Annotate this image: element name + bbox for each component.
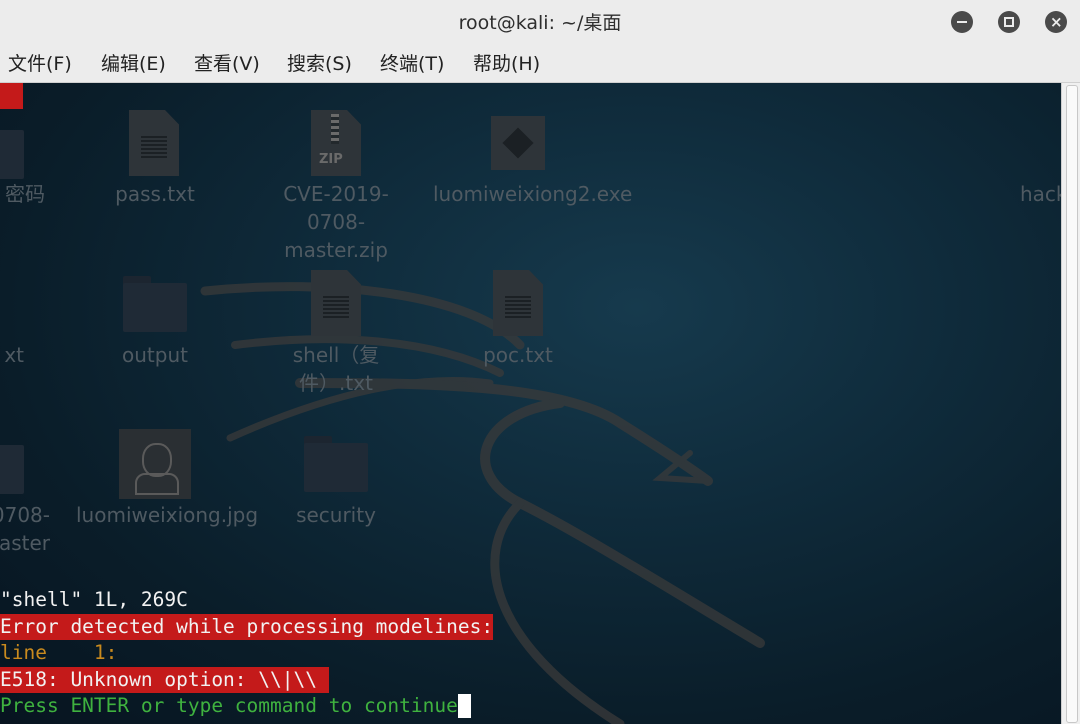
title-bar[interactable]: root@kali: ~/桌面 ×	[0, 0, 1080, 46]
maximize-button[interactable]	[998, 11, 1020, 33]
exe-file-icon[interactable]	[491, 116, 545, 170]
zip-file-icon[interactable]: ZIP	[311, 110, 361, 176]
terminal-window: root@kali: ~/桌面 × 文件(F) 编辑(E) 查看(V) 搜索(S…	[0, 0, 1080, 724]
folder-icon[interactable]	[123, 276, 187, 332]
close-icon: ×	[1050, 13, 1063, 31]
menu-view[interactable]: 查看(V)	[194, 52, 260, 76]
close-button[interactable]: ×	[1045, 11, 1067, 33]
desktop-icon-folder[interactable]	[0, 123, 24, 179]
terminal-area[interactable]: 密码 pass.txt ZIP CVE-2019-0708-master.zip…	[0, 83, 1061, 724]
desktop-icon-label: 密码	[5, 182, 45, 206]
desktop-icon-label: output	[122, 343, 188, 367]
file-info-line: "shell" 1L, 269C	[0, 588, 188, 611]
prompt-text: Press ENTER or type command to continue	[0, 694, 458, 717]
desktop-icon-label: -0708-master	[0, 503, 50, 555]
desktop-icon-label: shell（复件）.txt	[292, 343, 380, 395]
text-file-icon[interactable]	[311, 270, 361, 336]
menu-file[interactable]: 文件(F)	[8, 52, 72, 76]
menu-help[interactable]: 帮助(H)	[473, 52, 540, 76]
image-file-icon[interactable]	[119, 429, 191, 499]
text-file-icon[interactable]	[129, 110, 179, 176]
folder-icon[interactable]	[304, 436, 368, 492]
desktop-icon-label: security	[296, 503, 376, 527]
menu-search[interactable]: 搜索(S)	[287, 52, 352, 76]
line-number-text: line 1:	[0, 641, 118, 664]
window-title: root@kali: ~/桌面	[458, 12, 622, 34]
desktop-icon-label: hack	[1020, 182, 1061, 206]
scrollbar-thumb[interactable]	[1066, 85, 1078, 723]
menu-bar: 文件(F) 编辑(E) 查看(V) 搜索(S) 终端(T) 帮助(H)	[0, 46, 1080, 83]
minimize-button[interactable]	[951, 11, 973, 33]
folder-icon[interactable]	[0, 438, 24, 494]
desktop-icon-label: luomiweixiong.jpg	[76, 503, 259, 527]
menu-edit[interactable]: 编辑(E)	[101, 52, 166, 76]
text-cursor	[457, 694, 471, 718]
desktop-icon-label: CVE-2019-0708-master.zip	[283, 182, 389, 262]
desktop-icon-label: poc.txt	[483, 343, 553, 367]
menu-terminal[interactable]: 终端(T)	[380, 52, 444, 76]
error-message: E518: Unknown option: \\|\\	[0, 667, 329, 693]
minimize-icon	[957, 21, 967, 23]
maximize-icon	[1004, 17, 1014, 27]
text-file-icon[interactable]	[493, 270, 543, 336]
error-message: Error detected while processing modeline…	[0, 614, 494, 640]
desktop-icon-label: pass.txt	[115, 182, 195, 206]
desktop-icon-label: luomiweixiong2.exe	[433, 182, 633, 206]
prompt-line: Press ENTER or type command to continue	[0, 693, 471, 719]
desktop-icon-label: xt	[4, 343, 24, 367]
red-status-block	[0, 83, 23, 109]
scrollbar[interactable]	[1061, 83, 1080, 724]
